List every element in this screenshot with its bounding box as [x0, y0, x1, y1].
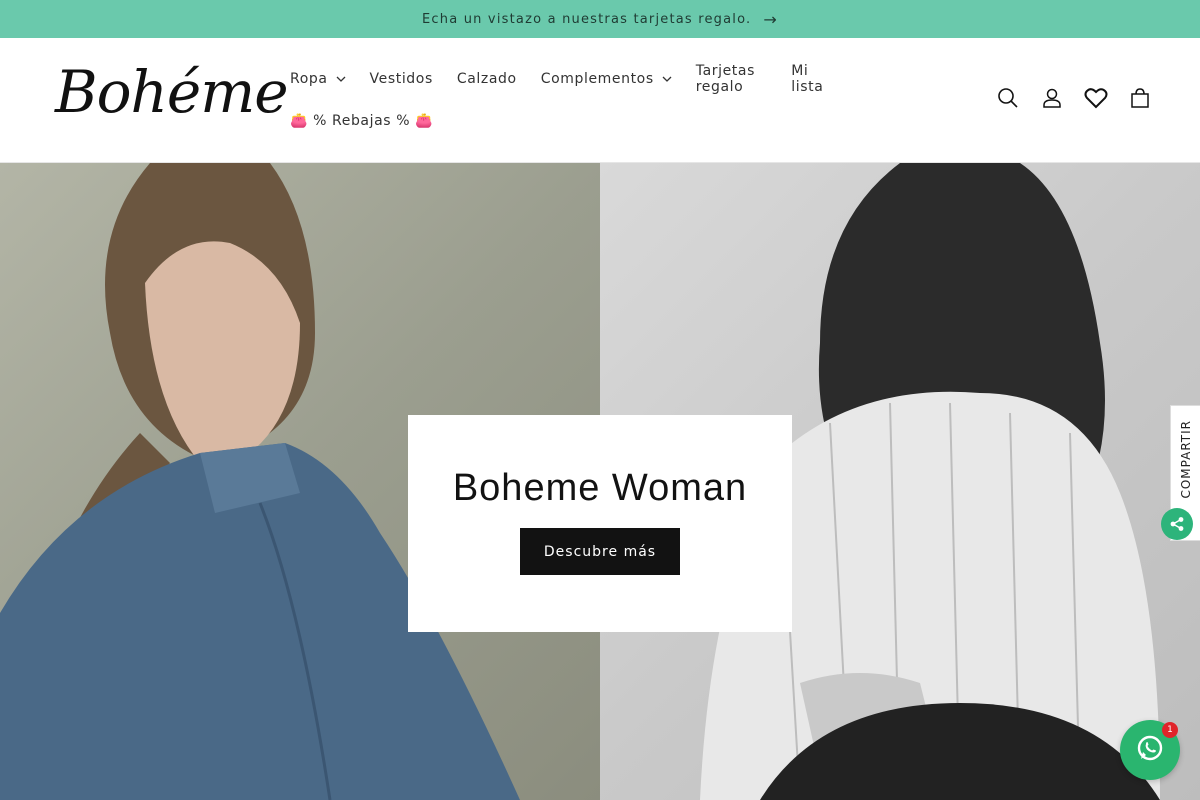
- nav-label: Tarjetas regalo: [695, 63, 755, 95]
- nav-label: 👛 % Rebajas % 👛: [290, 113, 434, 129]
- wishlist-heart-icon[interactable]: [1084, 86, 1108, 110]
- site-header: Bohéme Ropa Vestidos Calzado Complemento…: [0, 38, 1200, 163]
- hero-title: Boheme Woman: [452, 467, 748, 509]
- nav-item-ropa[interactable]: Ropa: [290, 71, 346, 87]
- announcement-bar[interactable]: Echa un vistazo a nuestras tarjetas rega…: [0, 0, 1200, 38]
- search-icon[interactable]: [996, 86, 1020, 110]
- whatsapp-icon: [1135, 733, 1165, 767]
- arrow-right-icon: →: [763, 9, 778, 29]
- nav-item-vestidos[interactable]: Vestidos: [370, 71, 433, 87]
- nav-item-rebajas[interactable]: 👛 % Rebajas % 👛: [290, 113, 433, 129]
- discover-more-button[interactable]: Descubre más: [520, 528, 680, 575]
- nav-item-tarjetas-regalo[interactable]: Tarjetas regalo: [696, 63, 768, 95]
- chevron-down-icon: [662, 74, 672, 85]
- nav-item-complementos[interactable]: Complementos: [541, 71, 672, 87]
- share-label: COMPARTIR: [1178, 420, 1193, 499]
- nav-label: Calzado: [456, 71, 517, 87]
- cart-icon[interactable]: [1128, 86, 1152, 110]
- main-nav: Ropa Vestidos Calzado Complementos Tarje…: [290, 63, 850, 150]
- nav-item-calzado[interactable]: Calzado: [457, 71, 517, 87]
- announcement-text: Echa un vistazo a nuestras tarjetas rega…: [422, 11, 752, 27]
- hero-banner: Boheme Woman Descubre más: [0, 163, 1200, 800]
- account-icon[interactable]: [1040, 86, 1064, 110]
- nav-label: Complementos: [540, 71, 654, 87]
- nav-label: Mi lista: [791, 63, 824, 95]
- chevron-down-icon: [336, 74, 346, 85]
- hero-content-card: Boheme Woman Descubre más: [408, 415, 792, 632]
- nav-label: Ropa: [290, 71, 328, 87]
- nav-label: Vestidos: [369, 71, 433, 87]
- nav-item-mi-lista[interactable]: Mi lista: [791, 63, 826, 95]
- header-icons: [976, 86, 1152, 110]
- logo[interactable]: Bohéme: [55, 58, 289, 126]
- notification-badge: 1: [1162, 722, 1178, 738]
- share-icon[interactable]: [1161, 508, 1193, 540]
